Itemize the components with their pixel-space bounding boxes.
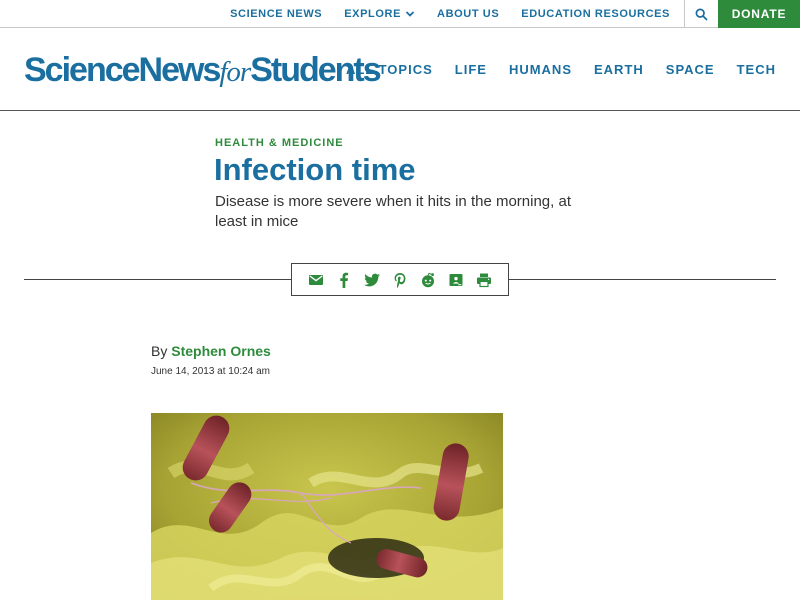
nav-earth[interactable]: EARTH [594, 62, 644, 77]
education-resources-link[interactable]: EDUCATION RESOURCES [521, 8, 670, 20]
twitter-icon [364, 273, 380, 286]
science-news-link[interactable]: SCIENCE NEWS [230, 8, 322, 20]
print-icon [477, 273, 491, 287]
email-icon [309, 274, 323, 285]
nav-life[interactable]: LIFE [455, 62, 487, 77]
nav-humans[interactable]: HUMANS [509, 62, 572, 77]
share-bar [291, 263, 509, 296]
search-button[interactable] [684, 0, 718, 28]
logo-text-science-news: ScienceNews [24, 51, 221, 89]
bacteria-illustration [151, 413, 503, 600]
print-button[interactable] [470, 270, 498, 290]
main-nav: ALL TOPICS LIFE HUMANS EARTH SPACE TECH [324, 62, 776, 77]
article-hero-image [151, 413, 503, 600]
utility-nav: SCIENCE NEWS EXPLORE ABOUT US EDUCATION … [230, 0, 800, 28]
explore-menu[interactable]: EXPLORE [344, 8, 415, 20]
byline: By Stephen Ornes [151, 343, 271, 359]
facebook-icon [340, 272, 349, 288]
search-icon [695, 8, 708, 21]
share-email-button[interactable] [302, 270, 330, 290]
publish-date: June 14, 2013 at 10:24 am [151, 366, 270, 377]
google-classroom-icon [449, 273, 463, 286]
nav-space[interactable]: SPACE [666, 62, 715, 77]
share-twitter-button[interactable] [358, 270, 386, 290]
share-reddit-button[interactable] [414, 270, 442, 290]
nav-tech[interactable]: TECH [737, 62, 776, 77]
nav-all-topics[interactable]: ALL TOPICS [346, 62, 433, 77]
article-category[interactable]: HEALTH & MEDICINE [215, 137, 344, 149]
share-facebook-button[interactable] [330, 270, 358, 290]
utility-bar: SCIENCE NEWS EXPLORE ABOUT US EDUCATION … [0, 0, 800, 28]
pinterest-icon [394, 272, 406, 288]
author-link[interactable]: Stephen Ornes [171, 343, 271, 359]
reddit-icon [422, 272, 434, 287]
chevron-down-icon [405, 11, 415, 17]
share-google-classroom-button[interactable] [442, 270, 470, 290]
byline-prefix: By [151, 343, 168, 359]
donate-button[interactable]: DONATE [718, 0, 800, 28]
explore-label: EXPLORE [344, 8, 402, 20]
about-us-link[interactable]: ABOUT US [437, 8, 499, 20]
article-subtitle: Disease is more severe when it hits in t… [215, 193, 571, 230]
share-pinterest-button[interactable] [386, 270, 414, 290]
logo-text-for: for [219, 56, 251, 88]
site-header: ScienceNewsforStudents ALL TOPICS LIFE H… [0, 28, 800, 111]
article-title: Infection time [214, 152, 416, 187]
